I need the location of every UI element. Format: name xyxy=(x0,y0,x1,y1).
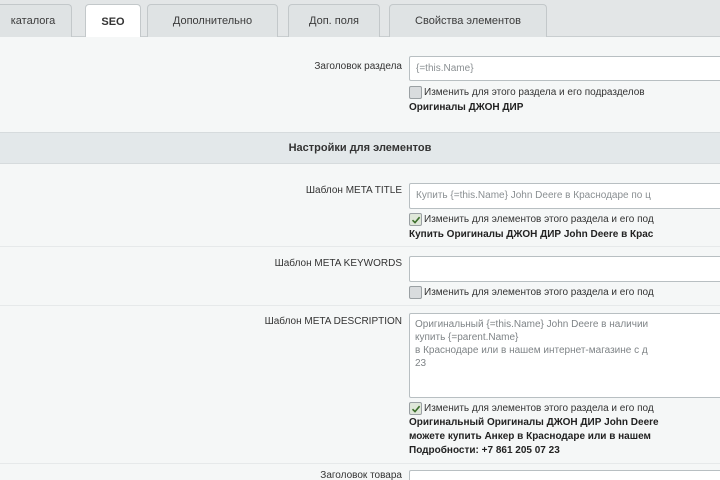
textarea-line: купить {=parent.Name} xyxy=(415,332,519,343)
meta-title-label: Шаблон META TITLE xyxy=(305,185,402,196)
section-title-preview: Оригиналы ДЖОН ДИР xyxy=(409,102,524,113)
meta-title-checkbox-row[interactable]: Изменить для элементов этого раздела и е… xyxy=(409,213,654,226)
tab-label: Дополнительно xyxy=(172,15,253,27)
tab-extra-fields[interactable]: Доп. поля xyxy=(288,4,380,37)
meta-title-preview: Купить Оригиналы ДЖОН ДИР John Deere в К… xyxy=(409,229,654,240)
tab-label: каталога xyxy=(10,15,56,27)
row-divider xyxy=(0,246,720,247)
meta-description-preview-2: можете купить Анкер в Краснодаре или в н… xyxy=(409,431,651,442)
section-heading: Настройки для элементов xyxy=(288,142,432,154)
tab-label: Доп. поля xyxy=(309,15,359,27)
section-title-checkbox-row[interactable]: Изменить для этого раздела и его подразд… xyxy=(409,86,645,99)
meta-description-checkbox-row[interactable]: Изменить для элементов этого раздела и е… xyxy=(409,402,654,415)
meta-title-checkbox[interactable] xyxy=(409,213,422,226)
product-title-input[interactable] xyxy=(409,470,720,480)
checkbox-label: Изменить для элементов этого раздела и е… xyxy=(424,214,654,225)
tab-catalog[interactable]: каталога xyxy=(0,4,72,37)
product-title-label: Заголовок товара xyxy=(320,470,402,480)
tab-bar: каталога SEO Дополнительно Доп. поля Сво… xyxy=(0,0,720,38)
row-divider xyxy=(0,463,720,464)
meta-description-preview-3: Подробности: +7 861 205 07 23 xyxy=(409,445,560,456)
section-title-checkbox[interactable] xyxy=(409,86,422,99)
textarea-line: в Краснодаре или в нашем интернет-магази… xyxy=(415,345,648,356)
checkmark-icon xyxy=(411,216,420,224)
textarea-line: Оригинальный {=this.Name} John Deere в н… xyxy=(415,319,649,330)
elements-settings-header: Настройки для элементов xyxy=(0,132,720,164)
meta-description-checkbox[interactable] xyxy=(409,402,422,415)
meta-keywords-input[interactable] xyxy=(409,256,720,282)
textarea-line: 23 xyxy=(415,358,427,369)
checkmark-icon xyxy=(411,405,420,413)
meta-description-preview-1: Оригинальный Оригиналы ДЖОН ДИР John Dee… xyxy=(409,417,659,428)
checkbox-label: Изменить для этого раздела и его подразд… xyxy=(424,87,645,98)
tab-additional[interactable]: Дополнительно xyxy=(147,4,278,37)
meta-description-textarea[interactable]: Оригинальный {=this.Name} John Deere в н… xyxy=(409,313,720,398)
meta-keywords-checkbox-row[interactable]: Изменить для элементов этого раздела и е… xyxy=(409,286,654,299)
tab-seo[interactable]: SEO xyxy=(85,4,141,38)
meta-keywords-label: Шаблон META KEYWORDS xyxy=(274,258,402,269)
section-title-label: Заголовок раздела xyxy=(314,61,402,72)
tab-label: SEO xyxy=(101,15,125,28)
meta-description-label: Шаблон META DESCRIPTION xyxy=(264,316,402,327)
meta-keywords-checkbox[interactable] xyxy=(409,286,422,299)
tab-label: Свойства элементов xyxy=(415,15,521,27)
row-divider xyxy=(0,305,720,306)
tab-element-properties[interactable]: Свойства элементов xyxy=(389,4,547,37)
section-title-input[interactable]: {=this.Name} xyxy=(409,56,720,81)
checkbox-label: Изменить для элементов этого раздела и е… xyxy=(424,287,654,298)
meta-title-input[interactable]: Купить {=this.Name} John Deere в Краснод… xyxy=(409,183,720,209)
checkbox-label: Изменить для элементов этого раздела и е… xyxy=(424,403,654,414)
